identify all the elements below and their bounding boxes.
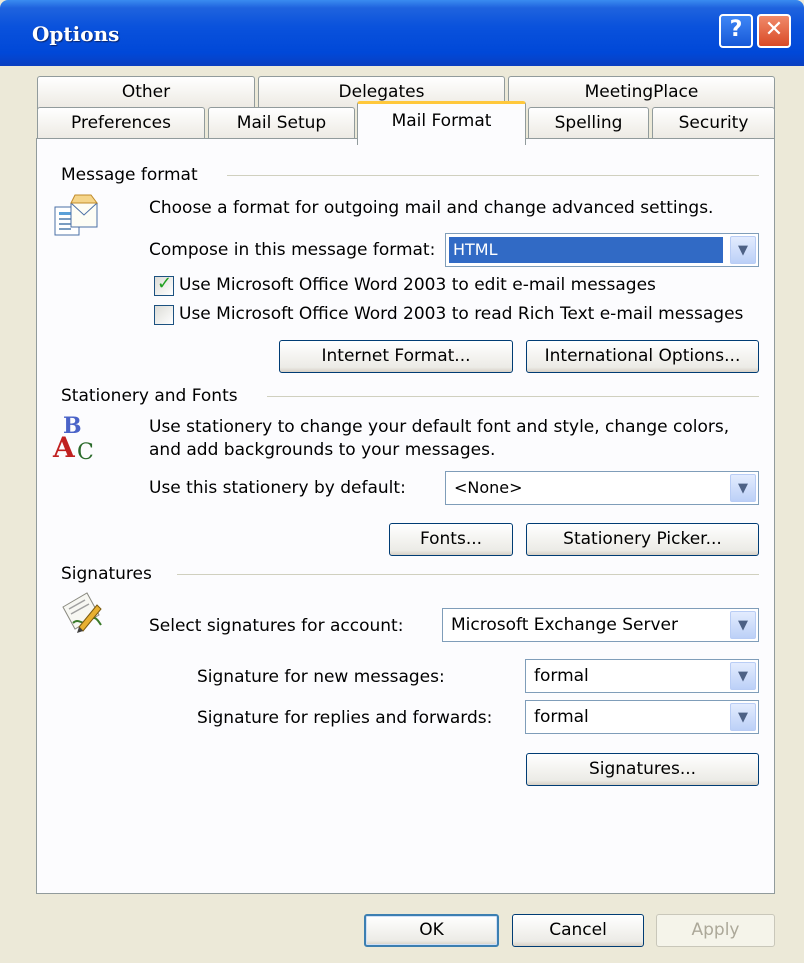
- mail-format-panel: Message format Choose a format for outgo…: [36, 138, 775, 894]
- signature-pen-icon: [62, 592, 102, 633]
- signature-account-label: Select signatures for account:: [149, 616, 404, 636]
- tab-preferences[interactable]: Preferences: [37, 107, 205, 140]
- reply-signature-label: Signature for replies and forwards:: [197, 708, 493, 728]
- chevron-down-icon[interactable]: ▼: [730, 662, 756, 690]
- stationery-heading: Stationery and Fonts: [61, 386, 238, 406]
- reply-signature-select[interactable]: formal ▼: [525, 700, 759, 734]
- help-button[interactable]: ?: [719, 14, 753, 48]
- chevron-down-icon[interactable]: ▼: [730, 474, 756, 502]
- tab-other[interactable]: Other: [37, 76, 255, 109]
- section-divider: [177, 574, 759, 575]
- word-read-label[interactable]: Use Microsoft Office Word 2003 to read R…: [179, 304, 743, 324]
- svg-text:C: C: [77, 440, 94, 463]
- international-options-button[interactable]: International Options...: [526, 340, 759, 373]
- compose-format-value: HTML: [449, 237, 723, 263]
- signature-account-select[interactable]: Microsoft Exchange Server ▼: [442, 608, 759, 642]
- cancel-button[interactable]: Cancel: [512, 914, 644, 947]
- apply-button[interactable]: Apply: [656, 914, 775, 947]
- chevron-down-icon[interactable]: ▼: [730, 236, 756, 264]
- message-format-icon: [54, 194, 98, 236]
- ok-button[interactable]: OK: [364, 914, 499, 947]
- tab-mail-setup[interactable]: Mail Setup: [208, 107, 355, 140]
- new-message-signature-label: Signature for new messages:: [197, 667, 445, 687]
- title-bar[interactable]: Options ? ✕: [0, 0, 804, 66]
- new-message-signature-value: formal: [534, 666, 589, 686]
- internet-format-button[interactable]: Internet Format...: [279, 340, 513, 373]
- stationery-description-line2: and add backgrounds to your messages.: [149, 440, 496, 460]
- tab-security[interactable]: Security: [652, 107, 775, 140]
- default-stationery-select[interactable]: <None> ▼: [445, 471, 759, 505]
- tab-spelling[interactable]: Spelling: [528, 107, 649, 140]
- window-title: Options: [32, 22, 120, 46]
- signatures-heading: Signatures: [61, 564, 152, 584]
- default-stationery-label: Use this stationery by default:: [149, 478, 406, 498]
- svg-text:A: A: [52, 431, 76, 463]
- new-message-signature-select[interactable]: formal ▼: [525, 659, 759, 693]
- word-read-checkbox[interactable]: [154, 305, 174, 325]
- word-edit-checkbox[interactable]: ✓: [154, 273, 174, 296]
- section-divider: [267, 396, 759, 397]
- chevron-down-icon[interactable]: ▼: [730, 703, 756, 731]
- stationery-abc-icon: B A C: [52, 413, 94, 463]
- fonts-button[interactable]: Fonts...: [389, 523, 513, 556]
- signatures-button[interactable]: Signatures...: [526, 753, 759, 786]
- tab-meetingplace[interactable]: MeetingPlace: [508, 76, 775, 109]
- word-edit-label[interactable]: Use Microsoft Office Word 2003 to edit e…: [179, 275, 656, 295]
- default-stationery-value: <None>: [454, 478, 523, 497]
- checkmark-icon: ✓: [157, 273, 173, 294]
- close-button[interactable]: ✕: [757, 14, 791, 48]
- stationery-picker-button[interactable]: Stationery Picker...: [526, 523, 759, 556]
- signature-account-value: Microsoft Exchange Server: [451, 615, 678, 635]
- message-format-description: Choose a format for outgoing mail and ch…: [149, 198, 714, 218]
- compose-format-select[interactable]: HTML ▼: [445, 233, 759, 267]
- compose-format-label: Compose in this message format:: [149, 240, 436, 260]
- section-divider: [227, 175, 759, 176]
- message-format-heading: Message format: [61, 165, 198, 185]
- tab-mail-format[interactable]: Mail Format: [357, 101, 526, 145]
- chevron-down-icon[interactable]: ▼: [730, 611, 756, 639]
- reply-signature-value: formal: [534, 707, 589, 727]
- options-dialog: Options ? ✕ Other Delegates MeetingPlace…: [0, 0, 804, 963]
- stationery-description-line1: Use stationery to change your default fo…: [149, 417, 730, 437]
